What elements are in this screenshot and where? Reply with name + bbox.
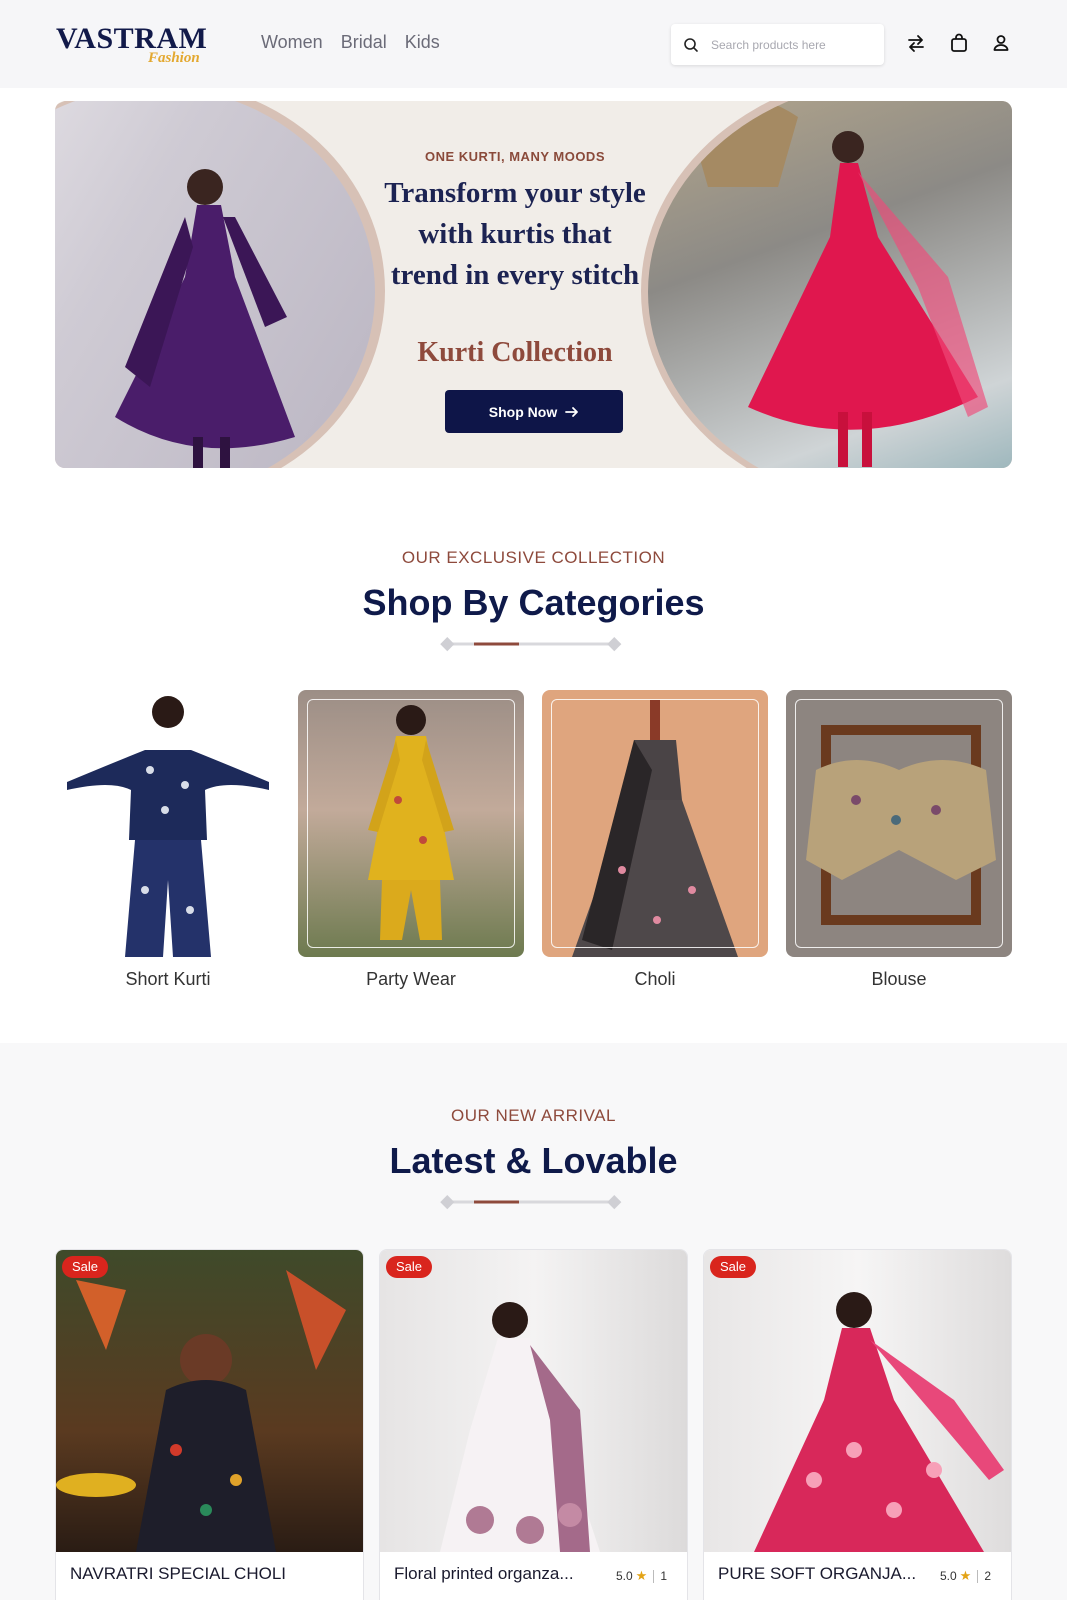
- product-rating: 5.0 ★ 1: [616, 1568, 667, 1584]
- category-label[interactable]: Choli: [542, 969, 768, 990]
- pure-soft-organja-figure: [754, 1292, 1004, 1552]
- search-input[interactable]: [711, 37, 881, 52]
- product-image: Sale: [380, 1250, 687, 1552]
- bag-icon[interactable]: [948, 32, 970, 54]
- navratri-choli-figure: [56, 1270, 346, 1552]
- hero-title-line: with kurtis that: [418, 218, 612, 250]
- nav-item-women[interactable]: Women: [261, 32, 323, 53]
- category-card-blouse[interactable]: [786, 690, 1012, 957]
- hero-title-line: trend in every stitch: [390, 259, 640, 291]
- hero-copy: ONE KURTI, MANY MOODS Transform your sty…: [315, 101, 715, 468]
- compare-icon[interactable]: [905, 32, 927, 54]
- nav-item-bridal[interactable]: Bridal: [341, 32, 387, 53]
- section-divider: [440, 1195, 622, 1210]
- rating-separator: [977, 1569, 979, 1583]
- logo-subtitle: Fashion: [148, 50, 200, 66]
- product-title[interactable]: NAVRATRI SPECIAL CHOLI: [70, 1564, 350, 1584]
- search-icon[interactable]: [683, 37, 699, 53]
- hero-eyebrow: ONE KURTI, MANY MOODS: [425, 149, 605, 164]
- arrivals-eyebrow: OUR NEW ARRIVAL: [451, 1106, 616, 1125]
- product-card[interactable]: Sale Floral printed organza... 5.0 ★ 1: [379, 1249, 688, 1600]
- category-card-choli[interactable]: [542, 690, 768, 957]
- category-frame: [307, 699, 515, 948]
- main-nav: Women Bridal Kids: [261, 32, 440, 53]
- hero-collection-name: Kurti Collection: [417, 337, 613, 368]
- arrivals-title: Latest & Lovable: [389, 1140, 678, 1181]
- search-box: [671, 24, 884, 65]
- section-divider: [440, 637, 622, 652]
- star-icon: ★: [959, 1568, 972, 1583]
- shop-now-button[interactable]: Shop Now: [445, 390, 623, 433]
- review-count: 2: [984, 1569, 991, 1583]
- star-icon: ★: [635, 1568, 648, 1583]
- hero-title-line: Transform your style: [384, 177, 646, 209]
- category-label[interactable]: Blouse: [786, 969, 1012, 990]
- hero-banner: ONE KURTI, MANY MOODS Transform your sty…: [55, 101, 1012, 468]
- product-card[interactable]: Sale NAVRATRI SPECIAL CHOLI: [55, 1249, 364, 1600]
- hero-title: Transform your style with kurtis that tr…: [315, 173, 715, 296]
- site-header: VASTRAM Fashion Women Bridal Kids: [0, 0, 1067, 88]
- product-image: Sale: [56, 1250, 363, 1552]
- rating-separator: [653, 1569, 655, 1583]
- category-card-party-wear[interactable]: [298, 690, 524, 957]
- sale-badge: Sale: [62, 1256, 109, 1278]
- shop-now-label: Shop Now: [488, 403, 558, 420]
- rating-value: 5.0: [939, 1569, 957, 1583]
- category-card-short-kurti[interactable]: [55, 690, 281, 957]
- category-label[interactable]: Party Wear: [298, 969, 524, 990]
- sale-badge: Sale: [710, 1256, 757, 1278]
- product-title[interactable]: PURE SOFT ORGANJA...: [718, 1564, 928, 1584]
- product-title[interactable]: Floral printed organza...: [394, 1564, 604, 1584]
- product-rating: 5.0 ★ 2: [940, 1568, 991, 1584]
- rating-value: 5.0: [615, 1569, 633, 1583]
- categories-eyebrow: OUR EXCLUSIVE COLLECTION: [401, 548, 666, 567]
- product-image: Sale: [704, 1250, 1011, 1552]
- review-count: 1: [660, 1569, 667, 1583]
- arrow-right-icon: [565, 406, 579, 417]
- sale-badge: Sale: [386, 1256, 433, 1278]
- category-frame: [551, 699, 759, 948]
- product-card[interactable]: Sale PURE SOFT ORGANJA... 5.0 ★ 2: [703, 1249, 1012, 1600]
- categories-title: Shop By Categories: [362, 582, 705, 623]
- category-frame: [795, 699, 1003, 948]
- category-label[interactable]: Short Kurti: [55, 969, 281, 990]
- brand-logo[interactable]: VASTRAM Fashion: [56, 22, 226, 70]
- floral-organza-figure: [440, 1302, 600, 1552]
- nav-item-kids[interactable]: Kids: [405, 32, 440, 53]
- short-kurti-image: [67, 696, 269, 957]
- user-icon[interactable]: [990, 32, 1012, 54]
